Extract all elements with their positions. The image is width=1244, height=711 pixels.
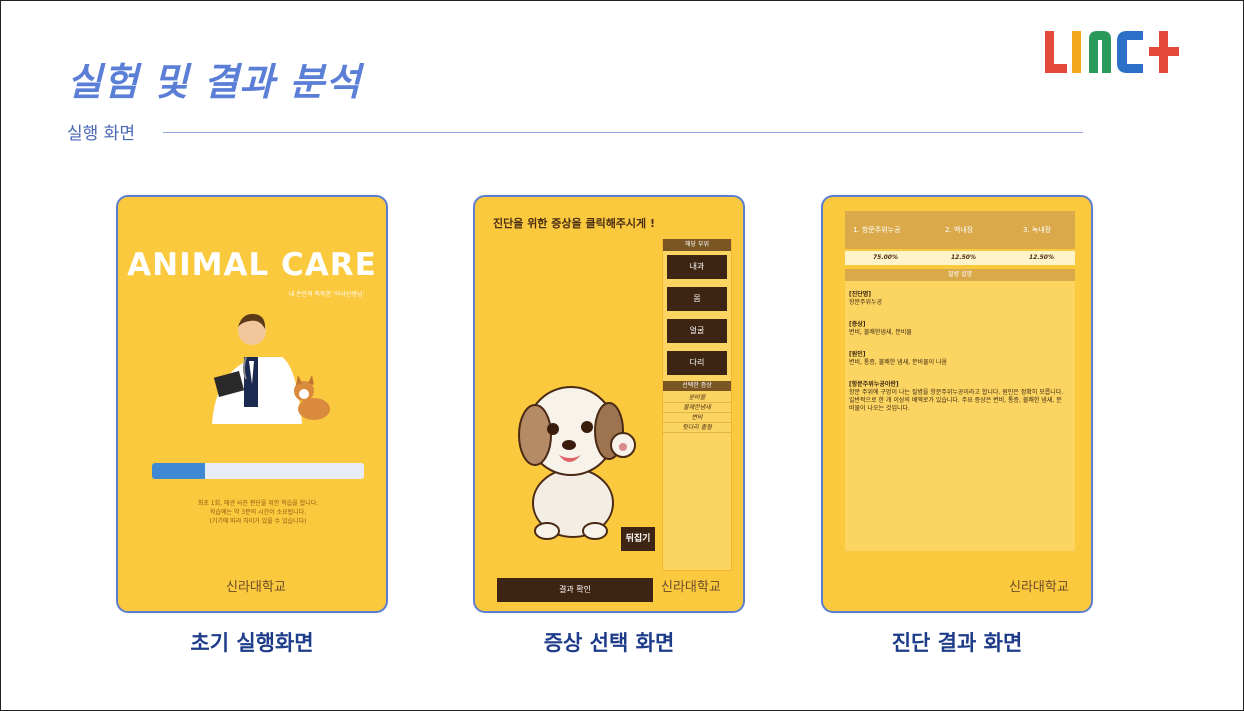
section-title: [증상] (849, 321, 866, 328)
slide: 실험 및 결과 분석 실행 화면 ANIMAL CARE 내 손안의 똑똑한 '… (0, 0, 1244, 711)
phone-diagnosis-screen: 1. 항문주위누공 2. 백내장 3. 녹내장 75.00% 12.50% 12… (821, 195, 1093, 613)
note-line: (기기에 따라 차이가 있을 수 있습니다) (209, 518, 307, 525)
about-section: [항문주위누공이란] 항문 주위에 구멍이 나는 질병을 항문주위누공이라고 합… (849, 381, 1065, 413)
rank-2-probability: 12.50% (951, 254, 976, 261)
symptom-item[interactable]: 불쾌한냄새 (663, 403, 731, 413)
flip-button[interactable]: 뒤집기 (621, 527, 655, 551)
part-button-face[interactable]: 얼굴 (667, 319, 727, 343)
result-check-button[interactable]: 결과 확인 (497, 578, 653, 602)
dog-illustration (518, 386, 636, 540)
slide-subtitle: 실행 화면 (67, 124, 135, 144)
app-title: ANIMAL CARE (127, 247, 377, 283)
school-name: 신라대학교 (226, 580, 286, 595)
note-line: 최초 1회, 애견 사진 판단을 위한 학습을 합니다. (197, 500, 319, 507)
caption-diagnosis-screen: 진단 결과 화면 (891, 631, 1023, 655)
rank-1-label: 1. 항문주위누공 (853, 226, 901, 234)
note-line: 학습에는 약 3분의 시간이 소요됩니다. (209, 509, 307, 516)
slide-title: 실험 및 결과 분석 (67, 60, 362, 104)
part-button-leg[interactable]: 다리 (667, 351, 727, 375)
section-body: 변비, 불쾌한냄새, 분비물 (849, 329, 912, 336)
part-header: 해당 부위 (663, 239, 731, 251)
app-tagline: 내 손안의 똑똑한 '의사선생님' (288, 291, 364, 298)
rank-3-label: 3. 녹내장 (1023, 226, 1052, 234)
section-body: 항문 주위에 구멍이 나는 질병을 항문주위누공이라고 합니다. 원인은 정확히… (849, 389, 1064, 412)
section-body: 변비, 통증, 불쾌한 냄새, 분비물이 나옴 (849, 359, 948, 366)
part-button-body[interactable]: 몸 (667, 287, 727, 311)
title-divider (163, 132, 1083, 133)
caption-symptom-screen: 증상 선택 화면 (543, 631, 675, 655)
rank-2-label: 2. 백내장 (945, 226, 974, 234)
cause-section: [원인] 변비, 통증, 불쾌한 냄새, 분비물이 나옴 (849, 351, 1065, 367)
selected-symptoms-header: 선택한 증상 (663, 381, 731, 391)
rank-1-probability: 75.00% (873, 254, 898, 261)
symptom-item[interactable]: 변비 (663, 413, 731, 423)
section-title: [원인] (849, 351, 866, 358)
school-name: 신라대학교 (1009, 580, 1069, 595)
loading-notes: 최초 1회, 애견 사진 판단을 위한 학습을 합니다. 학습에는 약 3분의 … (148, 499, 368, 526)
section-title: [항문주위누공이란] (849, 381, 899, 388)
symptom-heading: 진단을 위한 증상을 클릭해주시게 ! (493, 217, 656, 230)
part-button-internal[interactable]: 내과 (667, 255, 727, 279)
vet-and-dog-illustration (212, 313, 330, 424)
diagnosis-section: [진단명] 항문주위누공 (849, 291, 1065, 307)
symptom-item[interactable]: 분비물 (663, 393, 731, 403)
school-name: 신라대학교 (661, 580, 721, 595)
progress-fill (152, 463, 205, 479)
rank-3-probability: 12.50% (1029, 254, 1054, 261)
section-body: 항문주위누공 (849, 299, 883, 306)
phone-symptom-screen: 진단을 위한 증상을 클릭해주시게 ! 해당 부위 내과 몸 얼굴 다리 선택한… (473, 195, 745, 613)
symptom-item[interactable]: 뒷다리 출혈 (663, 423, 731, 433)
description-header: 질병 설명 (845, 269, 1075, 281)
symptom-section: [증상] 변비, 불쾌한냄새, 분비물 (849, 321, 1065, 337)
phone-initial-screen: ANIMAL CARE 내 손안의 똑똑한 '의사선생님' 최초 1회, 애견 … (116, 195, 388, 613)
loading-progress-bar (152, 463, 364, 479)
section-title: [진단명] (849, 291, 872, 298)
linc-plus-logo (1045, 31, 1179, 73)
caption-initial-screen: 초기 실행화면 (190, 631, 314, 655)
